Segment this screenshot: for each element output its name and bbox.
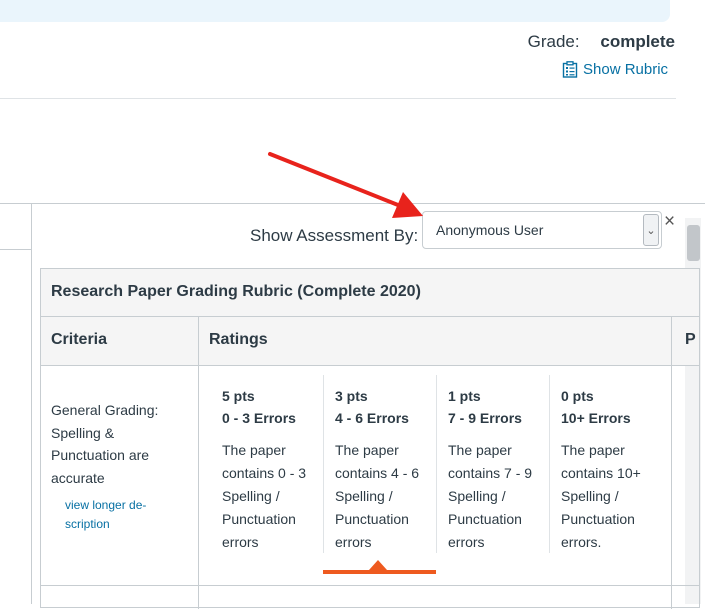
show-rubric-label: Show Rubric [583,61,669,78]
rating-divider [436,375,437,553]
column-divider [198,317,199,609]
assessment-user-select[interactable]: Anonymous User ⌄ [422,211,662,249]
rating-points: 3 pts [335,388,368,404]
grade-label: Grade: [527,32,580,51]
rubric-title: Research Paper Grading Rubric (Complete … [51,283,421,300]
row-divider [41,585,699,586]
selected-rating-indicator [369,560,387,570]
rating-description: 4 - 6 Errors [335,410,409,426]
divider [0,98,676,99]
selected-rating-bar [323,570,436,574]
rating-description: 0 - 3 Errors [222,410,296,426]
column-header-criteria: Criteria [51,331,108,348]
chevron-down-icon: ⌄ [643,214,659,246]
rubric-title-row: Research Paper Grading Rubric (Complete … [41,269,699,317]
rating-divider [549,375,550,553]
rubric-table: Research Paper Grading Rubric (Complete … [40,268,700,609]
rating-long-description: The paper contains 10+ Spelling / Punctu… [561,442,641,550]
column-header-pts: P [685,331,696,348]
rating-0pts[interactable]: 0 pts 10+ Errors The paper contains 10+ … [561,385,661,554]
rating-3pts[interactable]: 3 pts 4 - 6 Errors The paper contains 4 … [335,385,435,554]
rubric-icon [562,61,578,78]
rating-5pts[interactable]: 5 pts 0 - 3 Errors The paper contains 0 … [222,385,322,554]
assessment-user-selected: Anonymous User [436,222,544,238]
view-longer-description-link[interactable]: view longer de­scription [65,496,175,534]
top-banner [0,0,670,22]
rating-long-description: The paper contains 0 - 3 Spelling / Punc… [222,442,307,550]
rating-points: 1 pts [448,388,481,404]
rating-1pts[interactable]: 1 pts 7 - 9 Errors The paper contains 7 … [448,385,548,554]
rating-description: 7 - 9 Errors [448,410,522,426]
rating-long-description: The paper contains 7 - 9 Spelling / Punc… [448,442,533,550]
column-header-ratings: Ratings [209,331,268,348]
close-icon[interactable]: × [664,212,678,232]
column-divider [671,317,672,609]
rating-description: 10+ Errors [561,410,631,426]
rating-divider [323,375,324,553]
show-rubric-link[interactable]: Show Rubric [562,61,668,78]
criterion-description: General Grading: Spelling & Punctuation … [51,402,159,486]
rating-points: 5 pts [222,388,255,404]
rating-points: 0 pts [561,388,594,404]
rating-long-description: The paper contains 4 - 6 Spelling / Punc… [335,442,420,550]
grade-value: complete [600,32,675,51]
show-assessment-label: Show Assessment By: [250,226,419,245]
rubric-assessment-tray: Show Assessment By: Anonymous User ⌄ × R… [31,203,705,609]
scrollbar-thumb[interactable] [687,225,700,261]
rubric-header-row: Criteria Ratings P [41,317,699,366]
grade-display: Grade: complete [528,32,675,52]
divider [0,249,31,250]
background-panel [0,203,31,604]
